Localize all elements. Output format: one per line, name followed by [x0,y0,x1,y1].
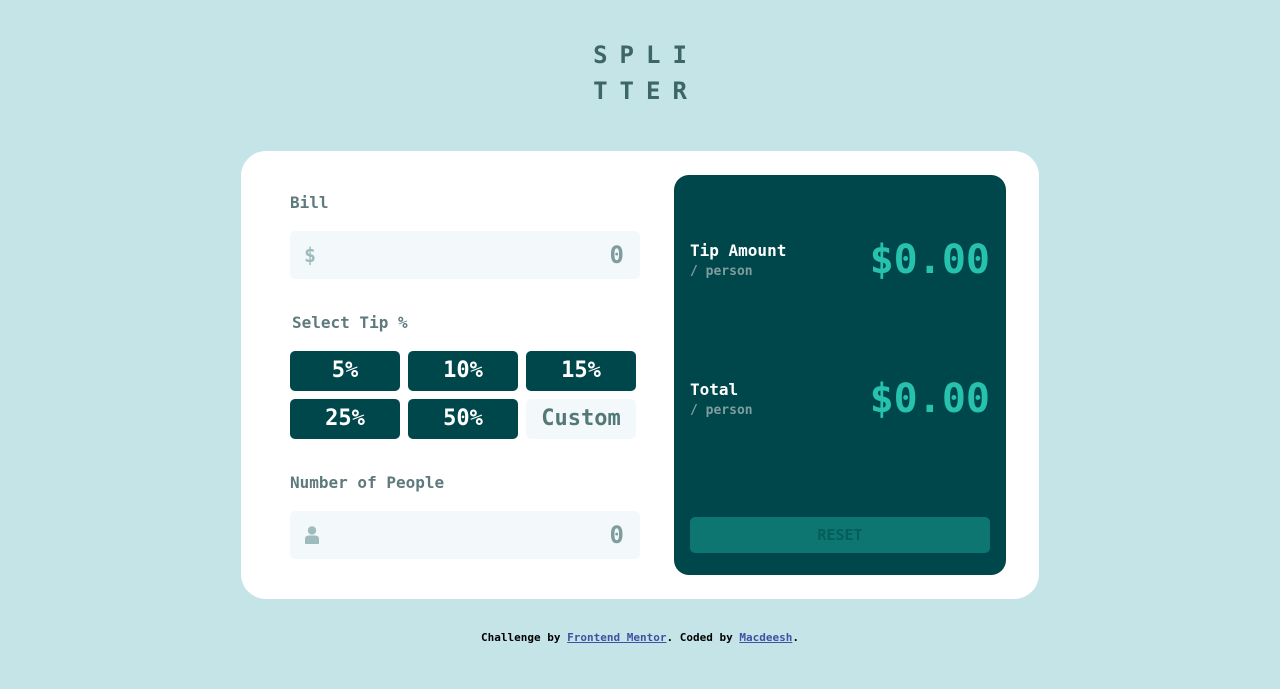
tip-amount-value: $0.00 [869,237,990,283]
total-sub: / person [690,403,753,418]
attribution-prefix: Challenge by [481,631,568,644]
reset-button[interactable]: RESET [690,517,990,553]
people-value: 0 [609,521,624,549]
attribution-middle: . Coded by [666,631,740,644]
person-icon [305,526,319,544]
results-panel: Tip Amount / person $0.00 Total / person… [674,175,1006,575]
frontend-mentor-link[interactable]: Frontend Mentor [567,631,666,644]
author-link[interactable]: Macdeesh [739,631,792,644]
attribution: Challenge by Frontend Mentor. Coded by M… [0,631,1280,644]
bill-label: Bill [290,193,329,212]
tip-10-button[interactable]: 10% [408,351,518,391]
tip-label: Select Tip % [292,313,408,332]
app-logo: SPLI TTER [0,37,1280,109]
total-title: Total [690,380,739,399]
dollar-icon: $ [304,243,317,267]
bill-input[interactable]: $ 0 [290,231,640,279]
bill-value: 0 [609,241,624,269]
total-value: $0.00 [869,376,990,422]
tip-amount-title: Tip Amount [690,241,787,260]
tip-5-button[interactable]: 5% [290,351,400,391]
attribution-suffix: . [792,631,799,644]
tip-amount-sub: / person [690,264,753,279]
custom-tip-input[interactable]: Custom [526,399,636,439]
tip-25-button[interactable]: 25% [290,399,400,439]
tip-50-button[interactable]: 50% [408,399,518,439]
people-input[interactable]: 0 [290,511,640,559]
logo-line-1: SPLI [593,41,699,69]
tip-15-button[interactable]: 15% [526,351,636,391]
logo-line-2: TTER [593,77,699,105]
people-label: Number of People [290,473,445,492]
